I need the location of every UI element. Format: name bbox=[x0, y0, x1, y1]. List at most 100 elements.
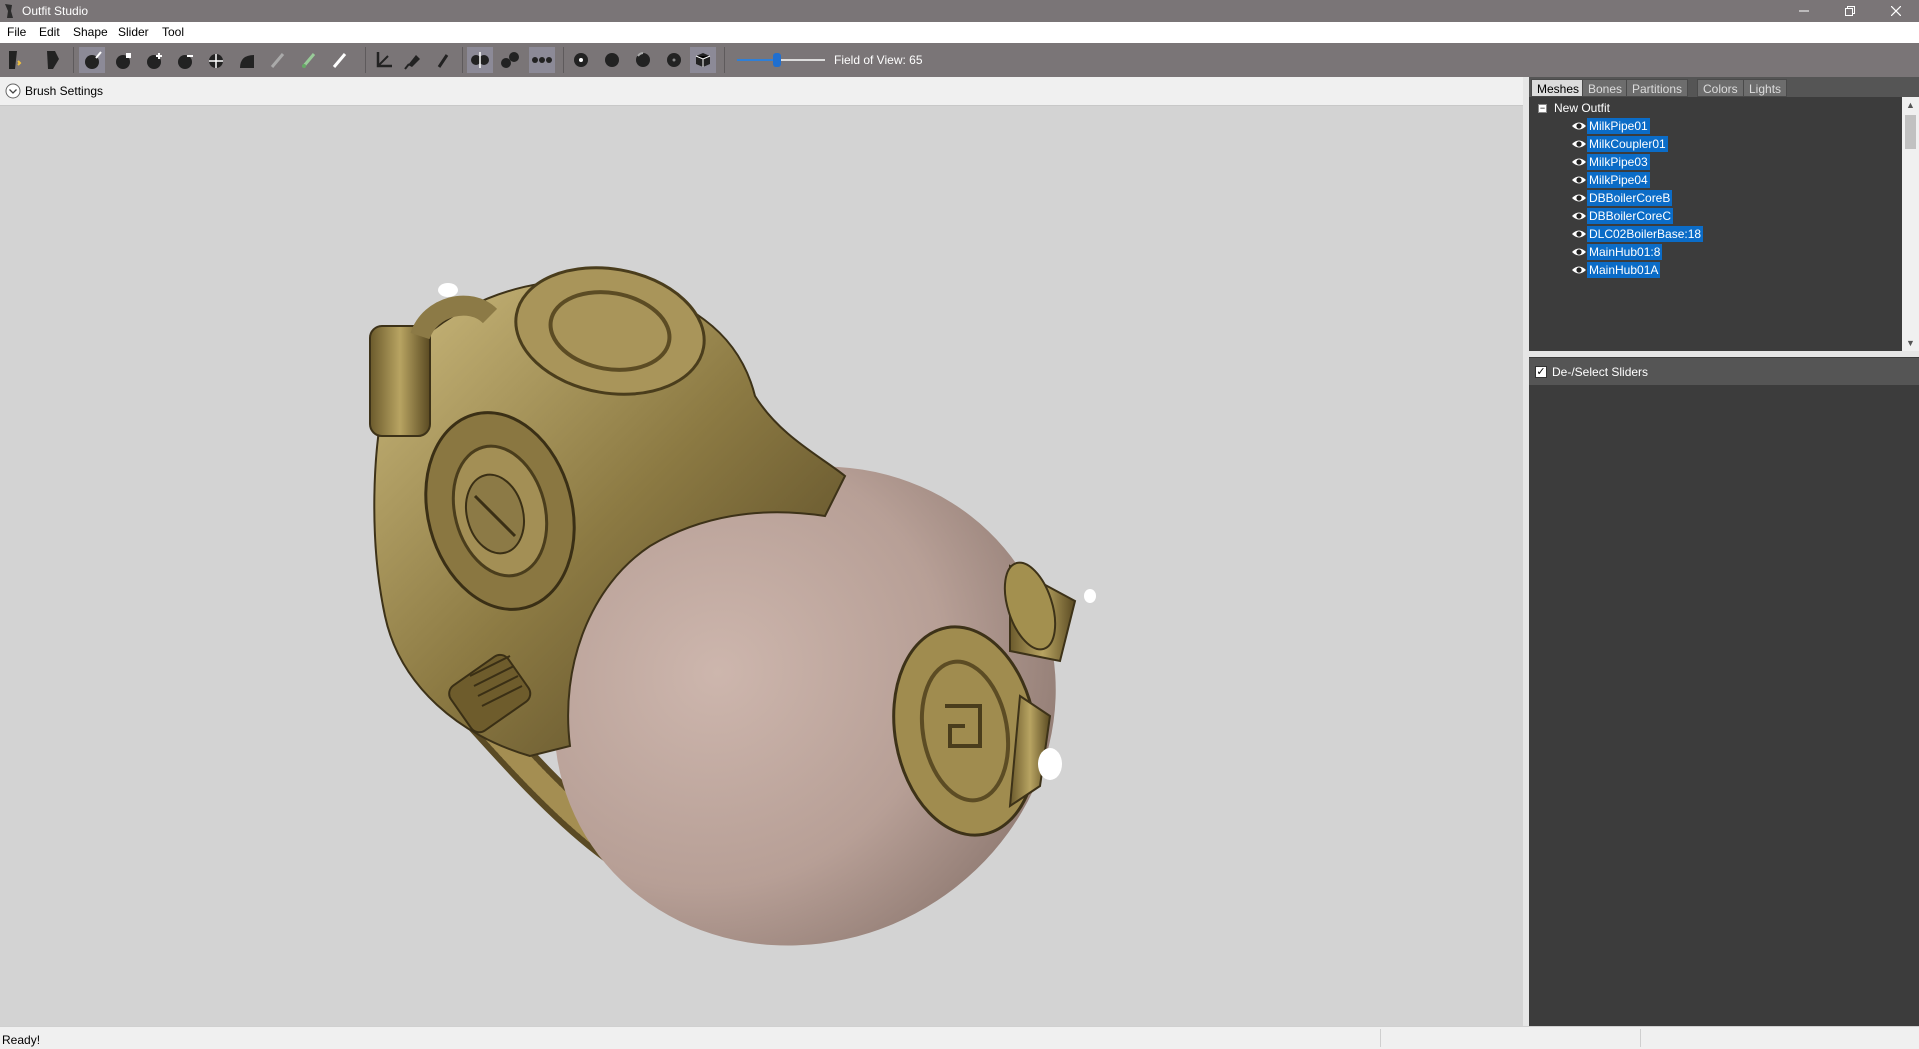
weight-brush-button[interactable] bbox=[296, 47, 322, 73]
toggle-masks-button[interactable] bbox=[661, 47, 687, 73]
tree-scrollbar[interactable]: ▲ ▼ bbox=[1902, 97, 1919, 351]
fov-slider[interactable] bbox=[737, 51, 825, 69]
menu-tool[interactable]: Tool bbox=[162, 25, 184, 39]
load-outfit-button[interactable] bbox=[40, 47, 66, 73]
load-reference-icon bbox=[9, 51, 22, 69]
fov-slider-thumb[interactable] bbox=[773, 53, 781, 67]
mask-brush-icon bbox=[116, 53, 131, 69]
connected-icon bbox=[501, 52, 519, 68]
right-panel: Meshes Bones Partitions Colors Lights − … bbox=[1529, 77, 1919, 1026]
collapse-icon[interactable]: − bbox=[1538, 104, 1547, 113]
tab-lights[interactable]: Lights bbox=[1743, 79, 1788, 97]
scroll-down-icon[interactable]: ▼ bbox=[1902, 335, 1919, 351]
menu-file[interactable]: File bbox=[7, 25, 26, 39]
mesh-tree[interactable]: − New Outfit MilkPipe01 MilkCoupler01 Mi… bbox=[1529, 97, 1902, 351]
mesh-name[interactable]: DLC02BoilerBase:18 bbox=[1587, 226, 1704, 242]
smooth-brush-button[interactable] bbox=[234, 47, 260, 73]
eye-icon[interactable] bbox=[1571, 138, 1587, 150]
toggle-textures-button[interactable] bbox=[630, 47, 656, 73]
sliders-checkbox[interactable]: ✓ bbox=[1535, 366, 1547, 378]
restore-button[interactable] bbox=[1827, 0, 1873, 22]
mask-brush-button[interactable] bbox=[110, 47, 136, 73]
tab-partitions[interactable]: Partitions bbox=[1626, 79, 1689, 97]
toggle-wireframe-button[interactable] bbox=[568, 47, 594, 73]
color-brush-icon bbox=[332, 53, 347, 68]
close-button[interactable] bbox=[1873, 0, 1919, 22]
deflate-brush-button[interactable] bbox=[172, 47, 198, 73]
menu-slider[interactable]: Slider bbox=[118, 25, 149, 39]
sliders-header: ✓ De-/Select Sliders bbox=[1529, 358, 1919, 385]
eye-icon[interactable] bbox=[1571, 192, 1587, 204]
inflate-brush-icon bbox=[147, 53, 162, 69]
tab-colors[interactable]: Colors bbox=[1697, 79, 1744, 97]
eye-icon[interactable] bbox=[1571, 120, 1587, 132]
app-icon bbox=[5, 4, 13, 18]
brush-settings-label: Brush Settings bbox=[25, 84, 104, 98]
panel-splitter[interactable] bbox=[1529, 351, 1919, 357]
select-brush-button[interactable] bbox=[79, 47, 105, 73]
window-title: Outfit Studio bbox=[22, 4, 89, 18]
minimize-button[interactable] bbox=[1781, 0, 1827, 22]
mesh-name[interactable]: MilkPipe04 bbox=[1587, 172, 1650, 188]
select-brush-icon bbox=[85, 51, 102, 69]
load-outfit-icon bbox=[47, 51, 59, 69]
mesh-name[interactable]: MainHub01:8 bbox=[1587, 244, 1663, 260]
global-brush-button[interactable] bbox=[529, 47, 555, 73]
cube-icon bbox=[695, 53, 711, 67]
mesh-name[interactable]: MilkPipe03 bbox=[1587, 154, 1650, 170]
status-text: Ready! bbox=[2, 1033, 41, 1047]
masks-icon bbox=[667, 53, 681, 67]
transform-icon bbox=[376, 52, 392, 68]
inflate-brush-button[interactable] bbox=[141, 47, 167, 73]
load-reference-button[interactable] bbox=[3, 47, 29, 73]
wireframe-icon bbox=[574, 53, 588, 67]
eye-icon[interactable] bbox=[1571, 246, 1587, 258]
eye-icon[interactable] bbox=[1571, 228, 1587, 240]
mesh-render bbox=[369, 266, 1096, 946]
brush-settings-bar[interactable]: Brush Settings bbox=[0, 77, 1523, 106]
panel-tabs: Meshes Bones Partitions Colors Lights bbox=[1529, 77, 1919, 97]
3d-viewport[interactable] bbox=[0, 106, 1523, 1026]
tree-root-label[interactable]: New Outfit bbox=[1554, 101, 1610, 115]
chevron-down-icon[interactable] bbox=[5, 83, 21, 99]
sliders-toggle-label[interactable]: De-/Select Sliders bbox=[1552, 365, 1648, 379]
menu-edit[interactable]: Edit bbox=[39, 25, 60, 39]
pivot-icon bbox=[404, 55, 420, 70]
tab-bones[interactable]: Bones bbox=[1582, 79, 1629, 97]
toggle-lighting-button[interactable] bbox=[599, 47, 625, 73]
close-icon bbox=[1890, 5, 1902, 17]
eye-icon[interactable] bbox=[1571, 174, 1587, 186]
mesh-name[interactable]: DBBoilerCoreC bbox=[1587, 208, 1674, 224]
scroll-thumb[interactable] bbox=[1905, 115, 1916, 149]
menu-shape[interactable]: Shape bbox=[73, 25, 108, 39]
move-brush-button[interactable] bbox=[203, 47, 229, 73]
vertex-edit-button[interactable] bbox=[430, 47, 456, 73]
title-bar: Outfit Studio bbox=[0, 0, 1919, 22]
connected-only-button[interactable] bbox=[497, 47, 523, 73]
move-brush-icon bbox=[209, 54, 223, 68]
toggle-bounds-button[interactable] bbox=[690, 47, 716, 73]
textures-icon bbox=[636, 52, 650, 67]
x-mirror-button[interactable] bbox=[467, 47, 493, 73]
status-bar: Ready! bbox=[0, 1026, 1919, 1049]
tab-meshes[interactable]: Meshes bbox=[1531, 79, 1586, 97]
mesh-name[interactable]: MilkPipe01 bbox=[1587, 118, 1650, 134]
eye-icon[interactable] bbox=[1571, 156, 1587, 168]
undiff-brush-button[interactable] bbox=[265, 47, 291, 73]
mesh-name[interactable]: MainHub01A bbox=[1587, 262, 1661, 278]
smooth-brush-icon bbox=[240, 55, 254, 68]
vertex-edit-icon bbox=[437, 54, 449, 68]
eye-icon[interactable] bbox=[1571, 210, 1587, 222]
global-brush-icon bbox=[532, 57, 552, 63]
eye-icon[interactable] bbox=[1571, 264, 1587, 276]
restore-icon bbox=[1845, 6, 1855, 16]
color-brush-button[interactable] bbox=[327, 47, 353, 73]
transform-tool-button[interactable] bbox=[370, 47, 396, 73]
mesh-name[interactable]: MilkCoupler01 bbox=[1587, 136, 1668, 152]
menu-bar: File Edit Shape Slider Tool bbox=[0, 22, 1919, 44]
fov-label: Field of View: 65 bbox=[834, 53, 923, 67]
scroll-up-icon[interactable]: ▲ bbox=[1902, 97, 1919, 113]
undiff-brush-icon bbox=[270, 53, 285, 68]
mesh-name[interactable]: DBBoilerCoreB bbox=[1587, 190, 1673, 206]
pivot-tool-button[interactable] bbox=[400, 47, 426, 73]
